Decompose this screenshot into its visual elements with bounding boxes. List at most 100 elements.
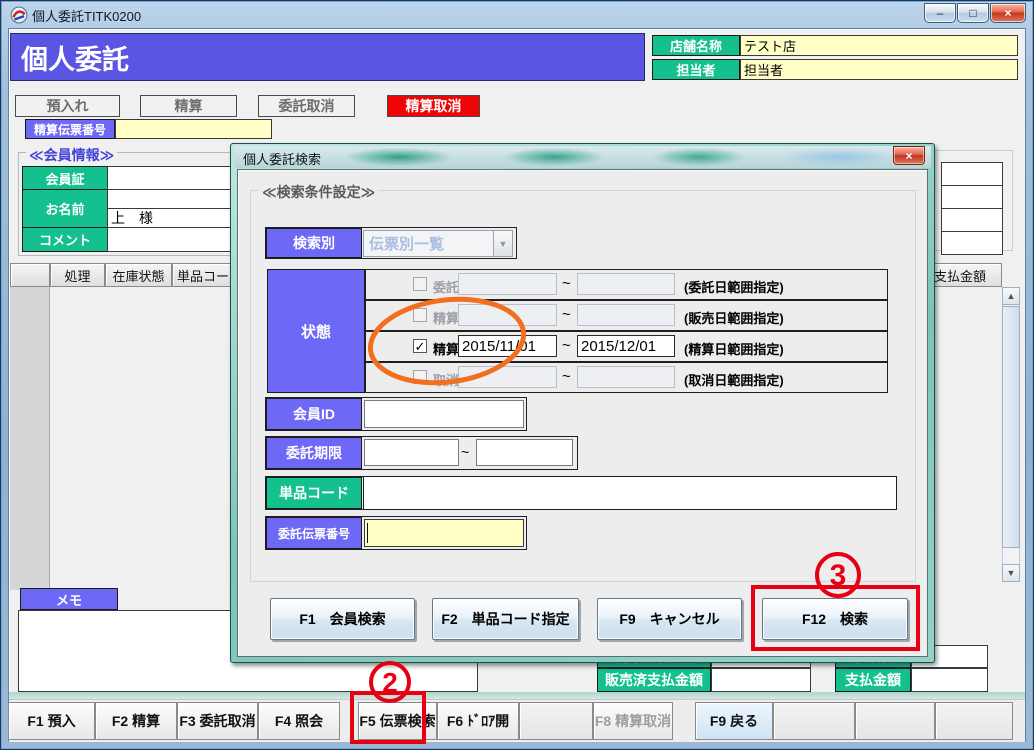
text-caret — [367, 523, 368, 543]
store-name-field[interactable]: テスト店 — [740, 35, 1018, 56]
slip-no-input[interactable] — [364, 519, 524, 547]
maximize-icon: □ — [969, 6, 977, 20]
fn-empty-slot — [519, 702, 593, 740]
status-cancelled-to-field — [577, 366, 675, 388]
minimize-button[interactable]: – — [924, 3, 956, 23]
fn-f9-back-button[interactable]: F9 戻る — [695, 702, 773, 740]
dialog-f12-search-button[interactable]: F12 検索 — [762, 598, 908, 640]
payment-field — [911, 668, 988, 692]
status-consigning-to-field — [577, 273, 675, 295]
right-panel-field — [941, 162, 1003, 186]
period-label: 委託期限 — [266, 437, 362, 469]
member-name-field-1[interactable] — [107, 189, 232, 209]
deposit-button[interactable]: 預入れ — [15, 95, 120, 117]
sold-payment-field — [711, 668, 811, 692]
scroll-up-icon: ▲ — [1006, 291, 1016, 301]
status-consigning-checkbox — [413, 277, 427, 291]
tilde-separator: ~ — [562, 306, 571, 323]
member-card-label: 会員証 — [22, 166, 108, 190]
scroll-down-icon: ▼ — [1006, 568, 1016, 578]
page-title: 個人委託 — [10, 33, 645, 81]
fn-empty-slot — [773, 702, 855, 740]
fn-empty-slot — [855, 702, 935, 740]
fn-f6-drawer-open-button[interactable]: F6 ﾄﾞﾛｱ開 — [437, 702, 519, 740]
memo-label: メモ — [20, 588, 118, 610]
fn-f5-slip-search-button[interactable]: F5 伝票検索 — [358, 702, 437, 740]
sale-date-range-label: (販売日範囲指定) — [684, 311, 784, 326]
member-name-field-2[interactable]: 上 様 — [107, 208, 232, 228]
member-comment-label: コメント — [22, 227, 108, 252]
period-to-input[interactable] — [476, 439, 573, 466]
tilde-separator: ~ — [562, 275, 571, 292]
search-dialog-title: 個人委託検索 — [243, 152, 322, 167]
settle-date-range-label: (精算日範囲指定) — [684, 342, 784, 357]
right-panel-field — [941, 231, 1003, 255]
cancel-consign-button[interactable]: 委託取消 — [258, 95, 355, 117]
period-from-input[interactable] — [364, 439, 459, 466]
app-icon — [10, 6, 28, 24]
member-id-input[interactable] — [364, 400, 524, 428]
item-code-input[interactable] — [363, 477, 896, 509]
fn-f3-cancel-consign-button[interactable]: F3 委託取消 — [177, 702, 258, 740]
staff-field[interactable]: 担当者 — [740, 59, 1018, 80]
right-panel-field — [941, 185, 1003, 209]
slip-no-label: 委託伝票番号 — [266, 517, 362, 549]
table-row-header-column — [10, 287, 50, 590]
table-header-process: 処理 — [50, 263, 105, 287]
dialog-f2-item-code-button[interactable]: F2 単品コード指定 — [432, 598, 579, 640]
status-cancelled-label: 取消 — [433, 373, 460, 388]
cancel-date-range-label: (取消日範囲指定) — [684, 373, 784, 388]
close-icon: × — [1004, 6, 1012, 20]
status-settled-checkbox[interactable]: ✓ — [413, 339, 427, 353]
member-id-label: 会員ID — [266, 398, 362, 430]
right-panel-field — [941, 208, 1003, 232]
search-type-combobox: 伝票別一覧 ▼ — [363, 230, 513, 257]
status-settled-to-field[interactable]: 2015/12/01 — [577, 335, 675, 357]
scroll-up-button[interactable]: ▲ — [1002, 287, 1020, 305]
member-info-title: ≪会員情報≫ — [26, 145, 118, 165]
dialog-close-button[interactable]: × — [893, 146, 925, 165]
search-type-label: 検索別 — [266, 228, 362, 258]
scroll-down-button[interactable]: ▼ — [1002, 564, 1020, 582]
staff-label: 担当者 — [652, 59, 740, 80]
consign-date-range-label: (委託日範囲指定) — [684, 280, 784, 295]
settle-button[interactable]: 精算 — [140, 95, 237, 117]
maximize-button[interactable]: □ — [957, 3, 989, 23]
tilde-separator: ~ — [461, 444, 470, 460]
table-header-blank — [10, 263, 50, 287]
dialog-close-icon: × — [905, 148, 913, 163]
scrollbar-thumb[interactable] — [1002, 306, 1020, 548]
status-settled-from-field[interactable]: 2015/11/01 — [458, 335, 557, 357]
cancel-settle-button[interactable]: 精算取消 — [387, 95, 480, 117]
search-condition-title: ≪検索条件設定≫ — [258, 182, 380, 202]
table-header-stock: 在庫状態 — [105, 263, 172, 287]
settle-slip-label: 精算伝票番号 — [25, 119, 115, 139]
store-name-label: 店舗名称 — [652, 35, 740, 56]
fn-f2-settle-button[interactable]: F2 精算 — [95, 702, 177, 740]
member-card-field[interactable] — [107, 166, 232, 190]
close-button[interactable]: × — [990, 3, 1026, 23]
fn-f8-cancel-settle-button: F8 精算取消 — [593, 702, 673, 740]
fn-f1-deposit-button[interactable]: F1 預入 — [8, 702, 95, 740]
search-dialog-titlebar[interactable] — [234, 146, 931, 168]
payment-label: 支払金額 — [835, 668, 911, 692]
dialog-f9-cancel-button[interactable]: F9 キャンセル — [597, 598, 742, 640]
item-code-label: 単品コード — [266, 477, 362, 509]
sold-payment-label: 販売済支払金額 — [597, 668, 711, 692]
fn-f4-inquiry-button[interactable]: F4 照会 — [258, 702, 340, 740]
dialog-f1-member-search-button[interactable]: F1 会員検索 — [270, 598, 415, 640]
settle-slip-field[interactable] — [115, 119, 272, 139]
status-awaiting-to-field — [577, 304, 675, 326]
chevron-down-icon: ▼ — [493, 231, 512, 256]
member-comment-field[interactable] — [107, 227, 232, 252]
tilde-separator: ~ — [562, 337, 571, 354]
status-label: 状態 — [267, 269, 365, 393]
search-type-value: 伝票別一覧 — [369, 236, 445, 253]
status-consigning-from-field — [458, 273, 557, 295]
table-header-item-code: 単品コー — [172, 263, 234, 287]
check-icon: ✓ — [414, 338, 426, 354]
status-awaiting-checkbox — [413, 308, 427, 322]
status-awaiting-from-field — [458, 304, 557, 326]
tilde-separator: ~ — [562, 368, 571, 385]
main-window: 個人委託TITK0200 – □ × 個人委託 店舗名称 テスト店 担当者 担当… — [0, 0, 1034, 750]
